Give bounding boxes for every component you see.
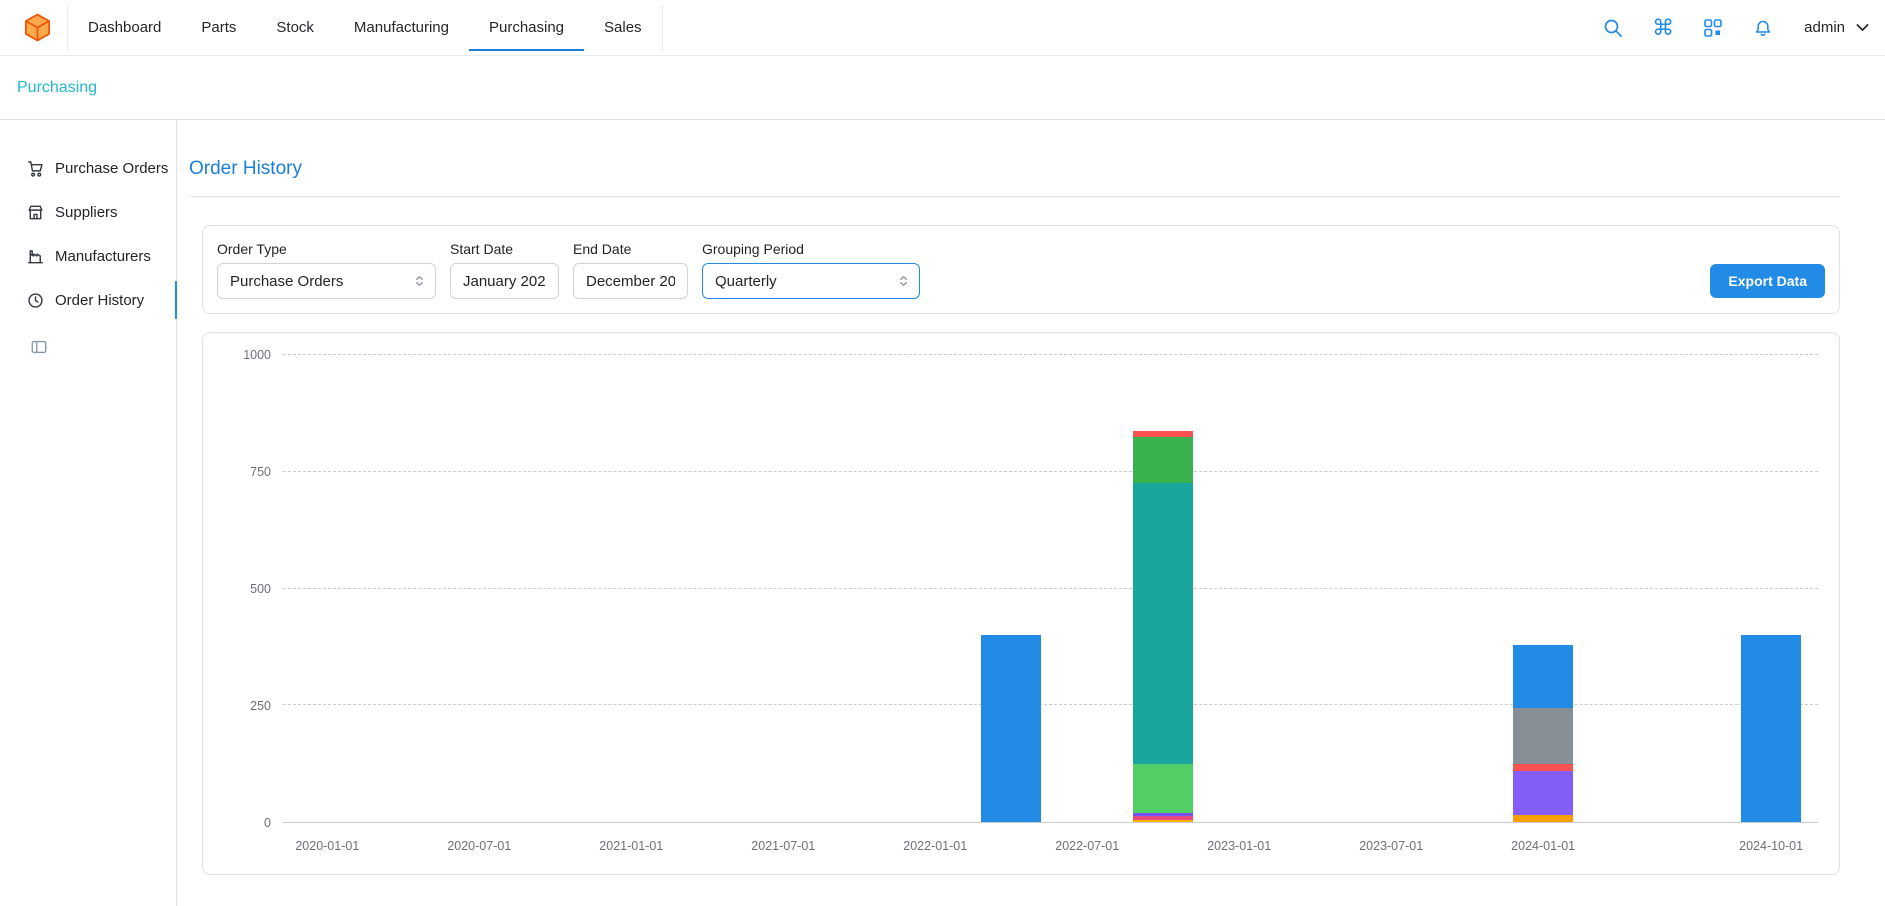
- bar-segment: [1741, 635, 1801, 822]
- command-icon[interactable]: ⌘: [1650, 15, 1676, 41]
- x-tick-label: 2021-01-01: [599, 839, 663, 853]
- end-date-input[interactable]: [573, 263, 688, 299]
- section-divider: [189, 196, 1840, 197]
- stacked-bar-2022-10-01[interactable]: [1133, 355, 1193, 822]
- history-clock-icon: [26, 291, 45, 310]
- order-type-value: Purchase Orders: [230, 273, 343, 290]
- x-tick-label: 2022-07-01: [1055, 839, 1119, 853]
- order-history-chart: 0 250 500 750 1000 2020-01-01 2020-07-01 2021-…: [202, 332, 1840, 875]
- building-store-icon: [26, 203, 45, 222]
- start-date-field: Start Date: [450, 241, 559, 299]
- sidebar-item-label: Suppliers: [55, 204, 118, 221]
- bar-segment: [1133, 820, 1193, 822]
- bar-segment: [981, 635, 1041, 822]
- bar-segment: [1133, 764, 1193, 813]
- chart-plot: [283, 355, 1818, 823]
- tab-dashboard[interactable]: Dashboard: [68, 5, 181, 51]
- bar-segment: [1133, 483, 1193, 763]
- stacked-bar-2024-01-01[interactable]: [1513, 355, 1573, 822]
- tab-parts[interactable]: Parts: [181, 5, 256, 51]
- x-axis-labels: 2020-01-01 2020-07-01 2021-01-01 2021-07-01…: [283, 839, 1818, 859]
- app-logo-icon[interactable]: [22, 12, 53, 43]
- end-date-field: End Date: [573, 241, 688, 299]
- bar-segment: [1513, 645, 1573, 708]
- user-menu[interactable]: admin: [1804, 19, 1871, 36]
- page-title: Order History: [189, 158, 1840, 180]
- x-tick-label: 2020-07-01: [447, 839, 511, 853]
- x-tick-label: 2022-01-01: [903, 839, 967, 853]
- x-tick-label: 2020-01-01: [295, 839, 359, 853]
- shopping-cart-icon: [26, 159, 45, 178]
- grouping-period-select[interactable]: Quarterly: [702, 263, 920, 299]
- tab-manufacturing[interactable]: Manufacturing: [334, 5, 469, 51]
- y-tick-label: 750: [250, 465, 271, 479]
- gridline: [283, 588, 1818, 589]
- apps-grid-icon[interactable]: [1700, 15, 1726, 41]
- order-type-select[interactable]: Purchase Orders: [217, 263, 436, 299]
- main-nav: Dashboard Parts Stock Manufacturing Purc…: [67, 5, 663, 51]
- select-chevrons-icon: [896, 274, 911, 289]
- breadcrumb: Purchasing: [0, 56, 1885, 120]
- grouping-period-field: Grouping Period Quarterly: [702, 241, 920, 299]
- start-date-label: Start Date: [450, 241, 559, 257]
- y-axis-labels: 02505007501000: [203, 355, 271, 823]
- sidebar-item-suppliers[interactable]: Suppliers: [0, 190, 176, 234]
- notification-bell-icon[interactable]: [1750, 15, 1776, 41]
- y-tick-label: 500: [250, 582, 271, 596]
- x-tick-label: 2023-01-01: [1207, 839, 1271, 853]
- stacked-bar-2024-10-01[interactable]: [1741, 355, 1801, 822]
- gridline: [283, 354, 1818, 355]
- search-icon[interactable]: [1600, 15, 1626, 41]
- bar-segment: [1513, 771, 1573, 815]
- sidebar-item-order-history[interactable]: Order History: [0, 278, 176, 322]
- order-type-field: Order Type Purchase Orders: [217, 241, 436, 299]
- x-tick-label: 2024-10-01: [1739, 839, 1803, 853]
- sidebar-item-label: Manufacturers: [55, 248, 151, 265]
- sidebar-item-purchase-orders[interactable]: Purchase Orders: [0, 146, 176, 190]
- bar-segment: [1513, 764, 1573, 771]
- select-chevrons-icon: [412, 274, 427, 289]
- bar-segment: [1513, 708, 1573, 764]
- breadcrumb-item-purchasing[interactable]: Purchasing: [17, 79, 97, 97]
- grouping-period-label: Grouping Period: [702, 241, 920, 257]
- x-tick-label: 2023-07-01: [1359, 839, 1423, 853]
- sidebar-item-label: Order History: [55, 292, 144, 309]
- stacked-bar-2022-04-01[interactable]: [981, 355, 1041, 822]
- y-tick-label: 0: [264, 816, 271, 830]
- tab-purchasing[interactable]: Purchasing: [469, 5, 584, 51]
- y-tick-label: 1000: [243, 348, 271, 362]
- gridline: [283, 704, 1818, 705]
- gridline: [283, 471, 1818, 472]
- header-actions: ⌘ admin: [1600, 15, 1871, 41]
- y-tick-label: 250: [250, 699, 271, 713]
- x-tick-label: 2024-01-01: [1511, 839, 1575, 853]
- factory-icon: [26, 247, 45, 266]
- app-header: Dashboard Parts Stock Manufacturing Purc…: [0, 0, 1885, 56]
- sidebar-collapse-icon[interactable]: [30, 338, 48, 356]
- order-type-label: Order Type: [217, 241, 436, 257]
- tab-sales[interactable]: Sales: [584, 5, 662, 51]
- filter-panel: Order Type Purchase Orders Start Date En…: [202, 225, 1840, 314]
- end-date-label: End Date: [573, 241, 688, 257]
- export-data-button[interactable]: Export Data: [1710, 264, 1825, 298]
- x-tick-label: 2021-07-01: [751, 839, 815, 853]
- grouping-period-value: Quarterly: [715, 273, 777, 290]
- bar-segment: [1513, 815, 1573, 822]
- sidebar-item-manufacturers[interactable]: Manufacturers: [0, 234, 176, 278]
- start-date-input[interactable]: [450, 263, 559, 299]
- bar-segment: [1133, 437, 1193, 484]
- main-content: Order History Order Type Purchase Orders…: [177, 120, 1885, 906]
- tab-stock[interactable]: Stock: [256, 5, 334, 51]
- sidebar: Purchase Orders Suppliers Manufacturers: [0, 120, 177, 906]
- sidebar-item-label: Purchase Orders: [55, 160, 168, 177]
- chevron-down-icon: [1854, 19, 1871, 36]
- username-label: admin: [1804, 19, 1845, 36]
